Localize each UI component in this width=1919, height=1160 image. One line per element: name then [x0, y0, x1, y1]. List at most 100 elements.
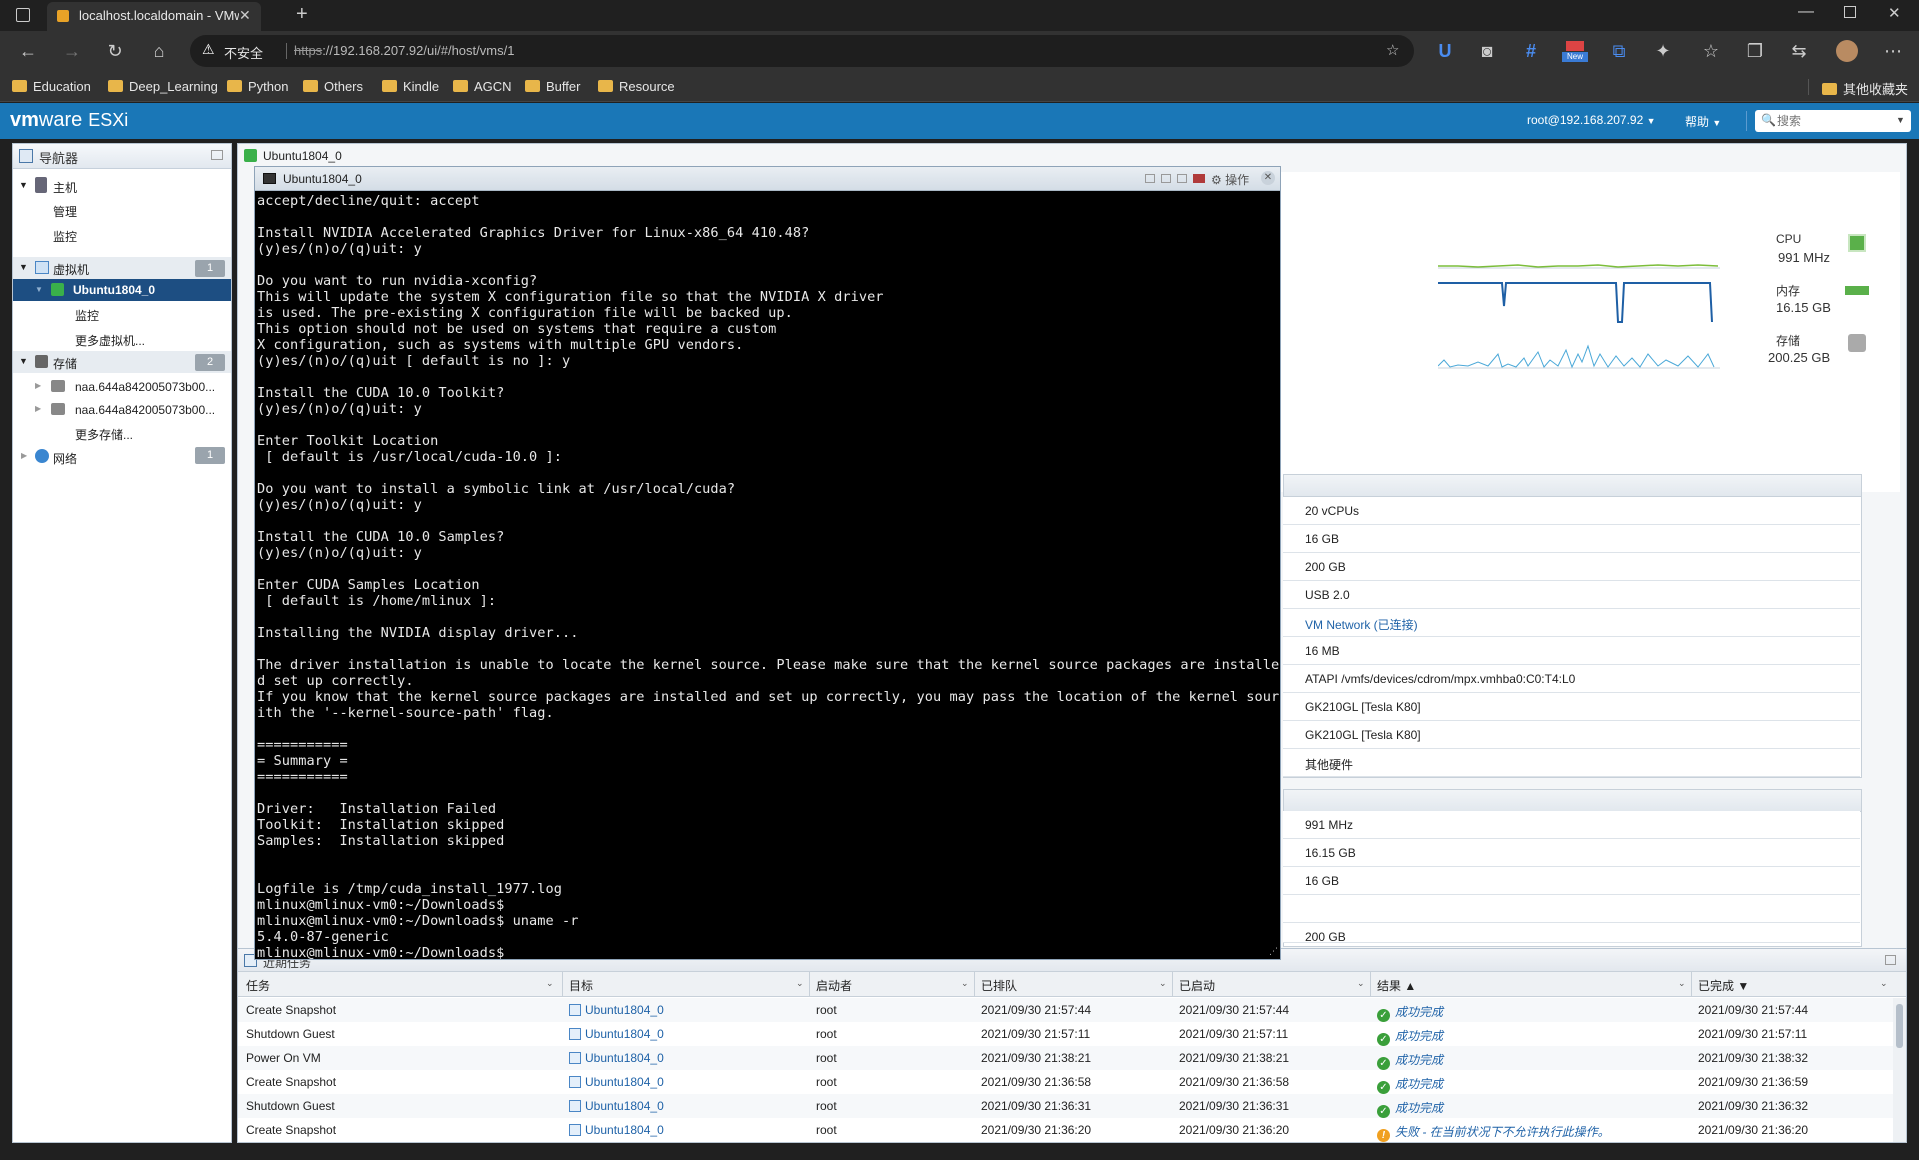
expand-datastore-icon[interactable]: ▶	[35, 404, 41, 413]
nav-vms[interactable]: 虚拟机	[53, 261, 89, 278]
tasks-collapse-icon[interactable]	[1885, 955, 1896, 965]
col-target[interactable]: 目标	[569, 977, 593, 994]
bookmark-education[interactable]: Education	[12, 79, 91, 94]
extension-hash-icon[interactable]: #	[1520, 40, 1542, 62]
nav-vms-row[interactable]: ▼ 虚拟机 1	[13, 257, 231, 279]
hw-network-link[interactable]: VM Network (已连接)	[1305, 616, 1418, 633]
bookmark-kindle[interactable]: Kindle	[382, 79, 439, 94]
task-row[interactable]: Create Snapshot Ubuntu1804_0 root 2021/0…	[238, 1118, 1893, 1142]
address-bar[interactable]: ⚠ 不安全 https://192.168.207.92/ui/#/host/v…	[190, 35, 1414, 67]
nav-vm-monitor[interactable]: 监控	[75, 307, 99, 324]
extension-new-icon[interactable]: New	[1562, 40, 1588, 62]
restore-icon[interactable]	[1844, 6, 1856, 18]
chevron-down-icon[interactable]: ⌄	[796, 978, 804, 989]
nav-more-vms[interactable]: 更多虚拟机...	[75, 332, 145, 349]
task-row[interactable]: Shutdown Guest Ubuntu1804_0 root 2021/09…	[238, 1022, 1893, 1046]
minimize-icon[interactable]: —	[1798, 3, 1814, 21]
extension-u-icon[interactable]: U	[1434, 40, 1456, 62]
nav-storage[interactable]: 存储	[53, 355, 77, 372]
nav-datastore-2[interactable]: naa.644a842005073b00...	[75, 403, 215, 417]
console-close-icon[interactable]: ✕	[1261, 171, 1275, 185]
task-target[interactable]: Ubuntu1804_0	[569, 1123, 664, 1137]
console-maximize-icon[interactable]	[1177, 174, 1187, 183]
nav-host[interactable]: 主机	[53, 179, 77, 196]
search-box[interactable]: 🔍 ▼	[1755, 110, 1911, 132]
bookmark-deep-learning[interactable]: Deep_Learning	[108, 79, 218, 94]
task-row[interactable]: Shutdown Guest Ubuntu1804_0 root 2021/09…	[238, 1094, 1893, 1118]
browser-tab[interactable]: localhost.localdomain - VMware ✕	[47, 2, 261, 31]
search-input[interactable]	[1777, 112, 1887, 130]
tab-close-icon[interactable]: ✕	[239, 7, 251, 24]
expand-vm-icon[interactable]: ▼	[35, 285, 43, 294]
favorites-icon[interactable]: ☆	[1700, 40, 1722, 62]
vm-console-window[interactable]: Ubuntu1804_0 ⚙ 操作 ✕ accept/decline/quit:…	[254, 166, 1281, 960]
security-label[interactable]: 不安全	[224, 43, 263, 62]
user-menu[interactable]: root@192.168.207.92 ▼	[1527, 113, 1656, 127]
tasks-scrollbar[interactable]	[1893, 998, 1906, 1142]
bookmark-agcn[interactable]: AGCN	[453, 79, 512, 94]
nav-vm-label[interactable]: Ubuntu1804_0	[73, 283, 155, 297]
task-target[interactable]: Ubuntu1804_0	[569, 1027, 664, 1041]
task-row[interactable]: Power On VM Ubuntu1804_0 root 2021/09/30…	[238, 1046, 1893, 1070]
resize-grip-icon[interactable]: ⋰	[1269, 946, 1278, 957]
sync-icon[interactable]: ⇆	[1788, 40, 1810, 62]
url-text[interactable]: https://192.168.207.92/ui/#/host/vms/1	[294, 43, 514, 58]
task-row[interactable]: Create Snapshot Ubuntu1804_0 root 2021/0…	[238, 1070, 1893, 1094]
home-icon[interactable]: ⌂	[148, 40, 170, 62]
chevron-down-icon[interactable]: ⌄	[1357, 978, 1365, 989]
task-row[interactable]: Create Snapshot Ubuntu1804_0 root 2021/0…	[238, 998, 1893, 1022]
favorite-star-icon[interactable]: ☆	[1386, 41, 1399, 59]
console-terminal[interactable]: accept/decline/quit: accept Install NVID…	[255, 191, 1280, 959]
actions-menu[interactable]: ⚙ 操作	[1211, 171, 1249, 188]
back-icon[interactable]: ←	[17, 40, 39, 62]
forward-icon[interactable]: →	[61, 40, 83, 62]
task-target[interactable]: Ubuntu1804_0	[569, 1075, 664, 1089]
tasks-scrollbar-thumb[interactable]	[1896, 1004, 1903, 1048]
warning-icon[interactable]: ⚠	[202, 41, 218, 57]
nav-host-manage[interactable]: 管理	[53, 203, 77, 220]
avatar[interactable]	[1836, 40, 1858, 62]
nav-host-monitor[interactable]: 监控	[53, 228, 77, 245]
more-menu-icon[interactable]: ⋯	[1882, 40, 1904, 62]
expand-storage-icon[interactable]: ▼	[19, 356, 28, 366]
nav-vm-selected[interactable]: ▼ Ubuntu1804_0	[13, 279, 231, 301]
console-restore-icon[interactable]	[1161, 174, 1171, 183]
task-target[interactable]: Ubuntu1804_0	[569, 1051, 664, 1065]
col-started[interactable]: 已启动	[1179, 977, 1215, 994]
col-queued[interactable]: 已排队	[981, 977, 1017, 994]
bookmark-buffer[interactable]: Buffer	[525, 79, 580, 94]
col-completed[interactable]: 已完成 ▼	[1698, 977, 1749, 994]
nav-network[interactable]: 网络	[53, 450, 77, 467]
bookmark-python[interactable]: Python	[227, 79, 288, 94]
chevron-down-icon[interactable]: ⌄	[1678, 978, 1686, 989]
col-result[interactable]: 结果 ▲	[1377, 977, 1416, 994]
expand-host-icon[interactable]: ▼	[19, 180, 28, 190]
refresh-icon[interactable]: ↻	[104, 40, 126, 62]
nav-storage-row[interactable]: ▼ 存储 2	[13, 351, 231, 373]
expand-datastore-icon[interactable]: ▶	[35, 381, 41, 390]
tab-actions-icon[interactable]	[16, 8, 30, 22]
bookmark-other-favorites[interactable]: 其他收藏夹	[1822, 79, 1908, 98]
bookmark-resource[interactable]: Resource	[598, 79, 675, 94]
expand-network-icon[interactable]: ▶	[21, 451, 27, 460]
extension-translate-icon[interactable]: ⧉	[1608, 40, 1630, 62]
help-menu[interactable]: 帮助 ▼	[1685, 113, 1721, 130]
task-target[interactable]: Ubuntu1804_0	[569, 1003, 664, 1017]
collapse-navigator-icon[interactable]	[211, 150, 223, 160]
nav-more-storage[interactable]: 更多存储...	[75, 426, 133, 443]
collections-icon[interactable]: ❐	[1744, 40, 1766, 62]
nav-datastore-1[interactable]: naa.644a842005073b00...	[75, 380, 215, 394]
new-tab-icon[interactable]: +	[296, 3, 308, 26]
close-window-icon[interactable]: ✕	[1888, 4, 1901, 22]
extensions-icon[interactable]: ✦	[1652, 40, 1674, 62]
keyboard-language-icon[interactable]	[1193, 174, 1205, 183]
console-minimize-icon[interactable]	[1145, 174, 1155, 183]
search-dropdown-icon[interactable]: ▼	[1896, 115, 1905, 125]
console-titlebar[interactable]: Ubuntu1804_0 ⚙ 操作 ✕	[255, 167, 1280, 191]
chevron-down-icon[interactable]: ⌄	[546, 978, 554, 989]
expand-vms-icon[interactable]: ▼	[19, 262, 28, 272]
col-task[interactable]: 任务	[246, 977, 270, 994]
chevron-down-icon[interactable]: ⌄	[961, 978, 969, 989]
bookmark-others[interactable]: Others	[303, 79, 363, 94]
chevron-down-icon[interactable]: ⌄	[1880, 978, 1888, 989]
